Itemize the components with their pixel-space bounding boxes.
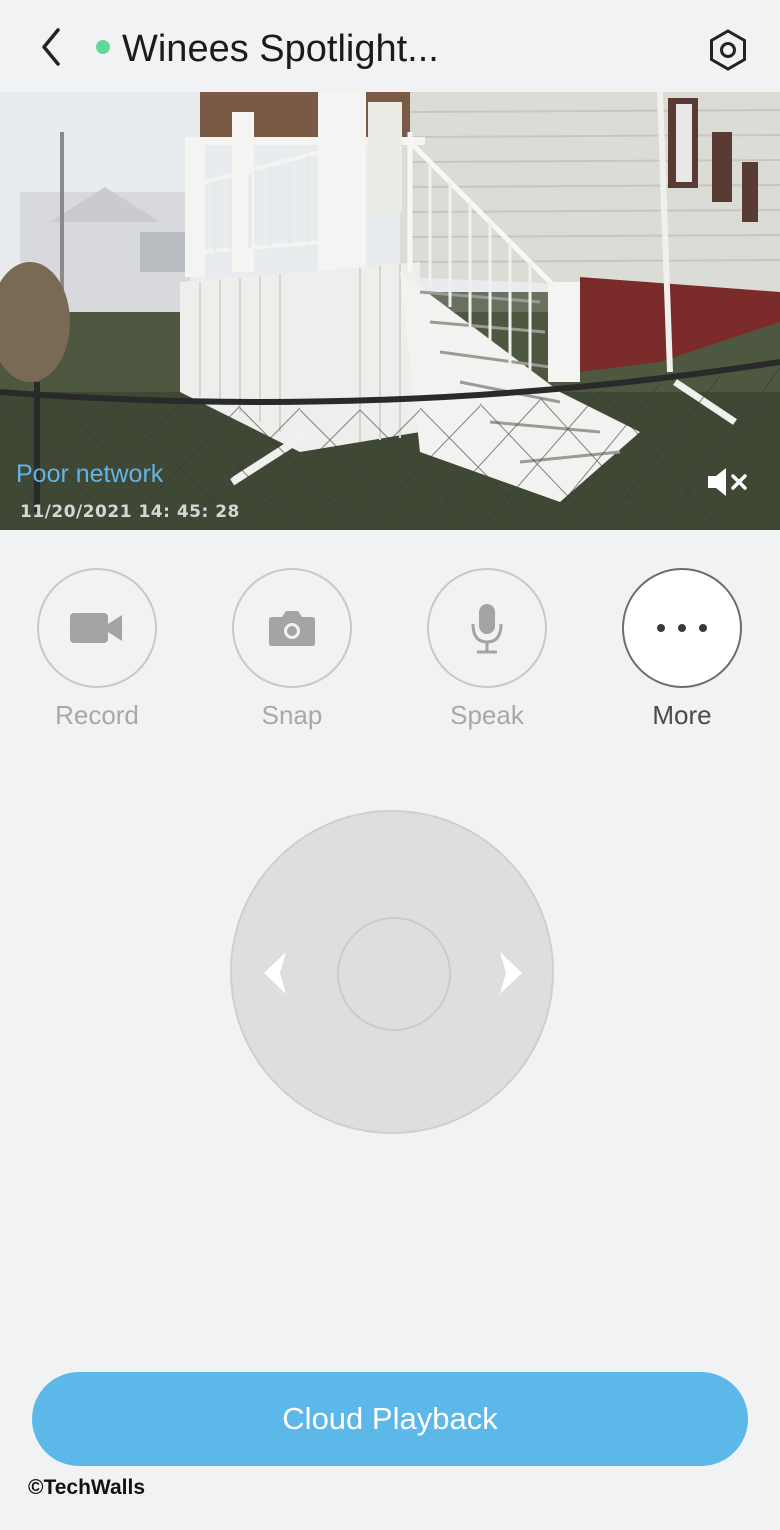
more-action[interactable]: More (622, 568, 742, 731)
watermark-text: ©TechWalls (28, 1476, 145, 1499)
speaker-muted-icon (708, 468, 747, 496)
chevron-right-icon (500, 952, 522, 994)
microphone-icon (471, 604, 503, 654)
cloud-playback-button[interactable]: Cloud Playback (32, 1372, 748, 1466)
ptz-center-button[interactable] (337, 917, 451, 1031)
back-button[interactable] (32, 22, 72, 72)
more-button[interactable] (622, 568, 742, 688)
pan-left-button[interactable] (258, 948, 292, 998)
snap-action[interactable]: Snap (232, 568, 352, 731)
speak-button[interactable] (427, 568, 547, 688)
record-button[interactable] (37, 568, 157, 688)
video-timestamp: 11/20/2021 14: 45: 28 (20, 502, 240, 522)
chevron-left-icon (42, 28, 60, 66)
top-bar: Winees Spotlight... (0, 0, 780, 92)
record-label: Record (55, 700, 139, 730)
speak-action[interactable]: Speak (427, 568, 547, 731)
record-action[interactable]: Record (37, 568, 157, 731)
more-label: More (652, 700, 712, 730)
device-title: Winees Spotlight... (122, 28, 439, 70)
snap-button[interactable] (232, 568, 352, 688)
video-camera-icon (70, 613, 122, 643)
ptz-control-pad[interactable] (230, 810, 554, 1134)
mute-toggle-button[interactable] (706, 464, 752, 500)
settings-button[interactable] (706, 28, 750, 72)
more-dots-icon (657, 624, 707, 632)
settings-hexagon-icon (710, 29, 746, 71)
pan-right-button[interactable] (494, 948, 528, 998)
chevron-left-icon (264, 952, 286, 994)
live-video-feed[interactable]: Poor network 11/20/2021 14: 45: 28 (0, 92, 780, 530)
speak-label: Speak (450, 700, 524, 730)
camera-icon (269, 611, 315, 646)
network-status-label: Poor network (16, 460, 164, 488)
online-status-dot (96, 40, 110, 54)
snap-label: Snap (261, 700, 323, 730)
